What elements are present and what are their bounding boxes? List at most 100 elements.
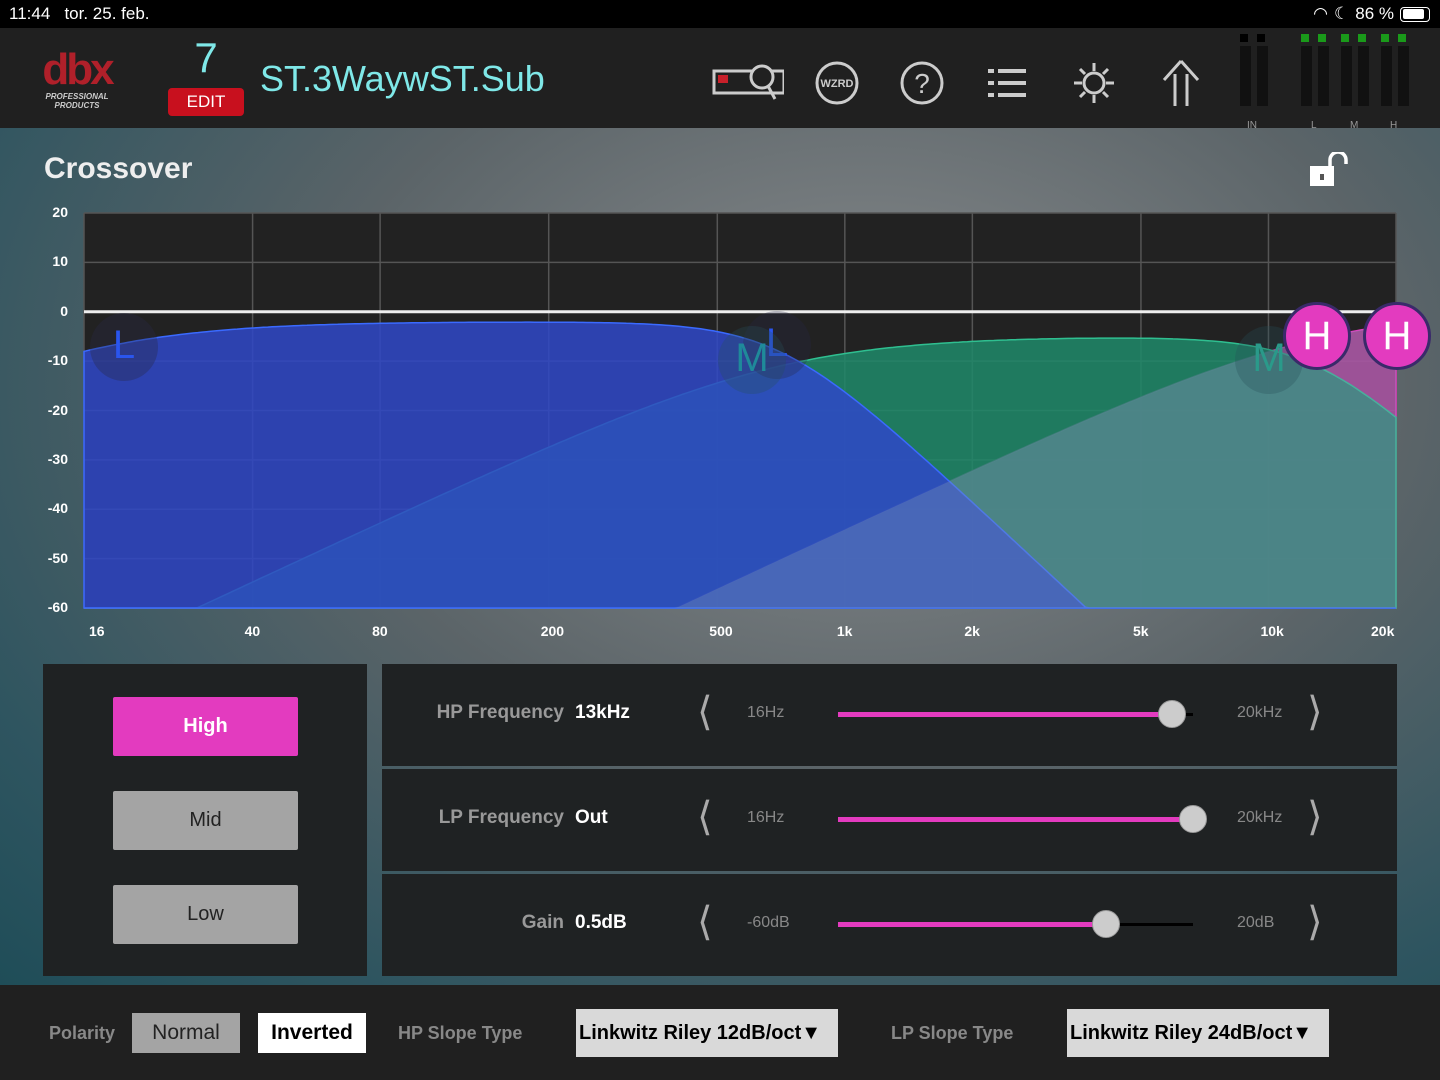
lp-slope-dropdown[interactable]: Linkwitz Riley 24dB/oct▼ xyxy=(1067,1009,1329,1057)
edit-button[interactable]: EDIT xyxy=(168,88,244,116)
chevron-down-icon: ▼ xyxy=(801,1022,822,1044)
lp-frequency-label: LP Frequency xyxy=(438,807,564,828)
lp-frequency-row: LP Frequency Out ⟨ 16Hz 20kHz ⟩ xyxy=(382,769,1397,871)
x-tick-label: 20k xyxy=(1371,623,1395,639)
status-date: tor. 25. feb. xyxy=(64,4,150,23)
x-tick-label: 16 xyxy=(89,623,105,639)
x-tick-label: 2k xyxy=(964,623,980,639)
band-high-button[interactable]: High xyxy=(113,697,298,756)
status-bar: 11:44 tor. 25. feb. ◠ ☾ 86 % xyxy=(0,0,1440,28)
hp-slope-dropdown[interactable]: Linkwitz Riley 12dB/oct▼ xyxy=(576,1009,838,1057)
band-mid-button[interactable]: Mid xyxy=(113,791,298,850)
meter-h-2 xyxy=(1398,34,1409,106)
dbx-logo: dbx PROFESSIONAL PRODUCTS xyxy=(22,45,132,111)
wifi-icon: ◠ xyxy=(1313,4,1328,23)
x-tick-label: 40 xyxy=(244,623,261,639)
band-selector-panel: High Mid Low xyxy=(43,664,367,976)
hp-frequency-max: 20kHz xyxy=(1237,704,1283,721)
y-tick-label: -10 xyxy=(47,352,68,369)
logo-subtitle: PROFESSIONAL PRODUCTS xyxy=(45,92,109,110)
hp-slope-value: Linkwitz Riley 12dB/oct xyxy=(579,1022,802,1044)
y-tick-label: -50 xyxy=(47,549,68,566)
lp-frequency-increment-chevron-right-icon[interactable]: ⟩ xyxy=(1307,797,1323,837)
y-tick-label: -30 xyxy=(47,450,68,467)
y-tick-label: -20 xyxy=(47,401,68,418)
device-search-icon[interactable] xyxy=(712,52,784,114)
x-tick-label: 5k xyxy=(1132,623,1149,639)
battery-icon xyxy=(1400,6,1430,22)
y-tick-label: 10 xyxy=(52,253,68,270)
hp-frequency-decrement-chevron-left-icon[interactable]: ⟨ xyxy=(697,692,713,732)
polarity-inverted-button[interactable]: Inverted xyxy=(258,1013,366,1053)
meter-in-1 xyxy=(1240,34,1251,106)
lp-slope-value: Linkwitz Riley 24dB/oct xyxy=(1070,1022,1293,1044)
settings-gear-icon[interactable] xyxy=(1058,52,1130,114)
lp-frequency-slider-fill xyxy=(838,817,1193,822)
bottom-bar: Polarity Normal Inverted HP Slope Type L… xyxy=(0,985,1440,1080)
list-icon[interactable] xyxy=(972,52,1044,114)
gain-decrement-chevron-left-icon[interactable]: ⟨ xyxy=(697,902,713,942)
gain-value: 0.5dB xyxy=(575,912,627,933)
svg-text:?: ? xyxy=(914,68,930,99)
gain-label: Gain xyxy=(521,912,564,933)
status-time-date: 11:44 tor. 25. feb. xyxy=(9,4,150,24)
gain-increment-chevron-right-icon[interactable]: ⟩ xyxy=(1307,902,1323,942)
band-low-button[interactable]: Low xyxy=(113,885,298,944)
battery-percent: 86 % xyxy=(1355,4,1394,23)
y-tick-label: -60 xyxy=(47,599,68,615)
lp-frequency-slider-thumb[interactable] xyxy=(1179,805,1207,833)
meter-l-1 xyxy=(1301,34,1312,106)
low-band-hp-handle[interactable]: L xyxy=(90,313,158,381)
chevron-down-icon: ▼ xyxy=(1292,1022,1313,1044)
x-tick-label: 80 xyxy=(372,623,388,639)
hp-frequency-slider-thumb[interactable] xyxy=(1157,700,1186,728)
moon-icon: ☾ xyxy=(1334,4,1350,23)
crossover-chart[interactable] xyxy=(0,128,1440,658)
gain-slider-fill xyxy=(838,922,1107,927)
x-tick-label: 10k xyxy=(1260,623,1284,639)
hp-frequency-slider-fill xyxy=(838,712,1172,717)
gain-slider-thumb[interactable] xyxy=(1092,910,1121,938)
high-band-lp-handle[interactable]: H xyxy=(1363,302,1431,370)
upload-arrow-icon[interactable] xyxy=(1145,52,1217,114)
logo-text: dbx xyxy=(42,45,114,94)
hp-frequency-slider[interactable] xyxy=(838,700,1193,728)
lp-slope-label: LP Slope Type xyxy=(891,1023,1014,1043)
x-tick-label: 200 xyxy=(540,623,565,639)
status-time: 11:44 xyxy=(9,4,51,23)
y-tick-label: 0 xyxy=(60,302,68,319)
mid-band-hp-handle[interactable]: M xyxy=(718,326,786,394)
gain-slider[interactable] xyxy=(838,910,1193,938)
meter-m-1 xyxy=(1341,34,1352,106)
meter-l-2 xyxy=(1318,34,1329,106)
gain-max: 20dB xyxy=(1237,914,1275,931)
lp-frequency-decrement-chevron-left-icon[interactable]: ⟨ xyxy=(697,797,713,837)
wizard-button[interactable]: WZRD xyxy=(801,52,873,114)
help-icon[interactable]: ? xyxy=(886,52,958,114)
crossover-page: Crossover 20 10 0 -10 -20 -30 -40 -50 -60 16 40 80 2… xyxy=(0,128,1440,985)
hp-frequency-value: 13kHz xyxy=(575,702,630,723)
preset-number: 7 xyxy=(194,34,218,81)
x-tick-label: 500 xyxy=(709,623,733,639)
gain-row: Gain 0.5dB ⟨ -60dB 20dB ⟩ xyxy=(382,874,1397,976)
high-band-hp-handle[interactable]: H xyxy=(1283,302,1351,370)
polarity-label: Polarity xyxy=(49,1023,116,1043)
wizard-label: WZRD xyxy=(821,78,854,90)
meter-in-2 xyxy=(1257,34,1268,106)
lp-frequency-min: 16Hz xyxy=(747,809,785,826)
x-tick-label: 1k xyxy=(836,623,853,639)
polarity-normal-button[interactable]: Normal xyxy=(132,1013,240,1053)
hp-frequency-label: HP Frequency xyxy=(436,702,564,723)
gain-min: -60dB xyxy=(747,914,790,931)
y-tick-label: 20 xyxy=(52,204,68,220)
app-header: dbx PROFESSIONAL PRODUCTS 7 EDIT ST.3Wayw… xyxy=(0,28,1440,131)
hp-frequency-min: 16Hz xyxy=(747,704,785,721)
meter-h-1 xyxy=(1381,34,1392,106)
y-tick-label: -40 xyxy=(47,500,68,517)
lp-frequency-value: Out xyxy=(575,807,608,828)
meter-m-2 xyxy=(1358,34,1369,106)
hp-slope-label: HP Slope Type xyxy=(398,1023,523,1043)
lp-frequency-slider[interactable] xyxy=(838,805,1207,833)
hp-frequency-increment-chevron-right-icon[interactable]: ⟩ xyxy=(1307,692,1323,732)
parameter-panel: HP Frequency 13kHz ⟨ 16Hz 20kHz ⟩ LP Fre… xyxy=(382,664,1397,976)
